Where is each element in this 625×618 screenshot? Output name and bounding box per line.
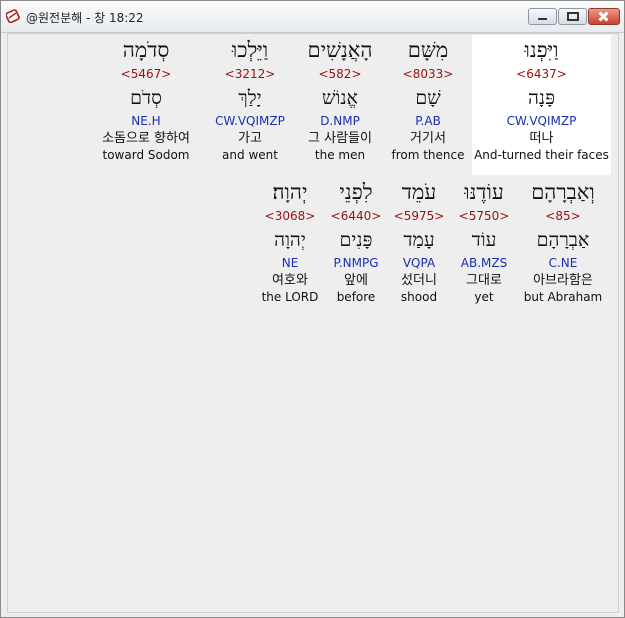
strong-number[interactable]: <5750>: [452, 206, 516, 226]
hebrew-word: וַיִּפְנוּ: [524, 38, 559, 62]
korean-gloss: 가고: [238, 131, 262, 146]
strong-number[interactable]: <3212>: [208, 64, 292, 84]
korean-gloss: 아브라함은: [533, 273, 593, 288]
word-block[interactable]: וַיִּפְנוּ <6437> פָּנָה CW.VQIMZP 떠나 An…: [472, 36, 611, 163]
lemma: סְדֹם: [130, 87, 162, 109]
word-block[interactable]: לִפְנֵי <6440> פָּנִים P.NMPG 앞에 before: [326, 178, 386, 305]
hebrew-word: וְאַבְרָהָם: [531, 180, 595, 204]
strong-number[interactable]: <582>: [296, 64, 384, 84]
korean-gloss: 떠나: [529, 131, 554, 146]
window-title: @원전분해 - 창 18:22: [26, 11, 144, 25]
hebrew-word: מִשָּׁם: [407, 38, 449, 62]
hebrew-word: וַיֵּלְכוּ: [231, 38, 269, 62]
lemma: שָׁם: [415, 87, 441, 109]
english-gloss: and went: [222, 148, 278, 162]
bible-app-icon: [6, 9, 20, 23]
minimize-button[interactable]: [528, 8, 557, 25]
lemma: פָּנִים: [339, 229, 373, 251]
morphology[interactable]: CW.VQIMZP: [472, 112, 611, 130]
english-gloss: shood: [400, 290, 438, 304]
korean-gloss: 그 사람들이: [308, 131, 372, 146]
morphology[interactable]: NE.H: [88, 112, 204, 130]
strong-number[interactable]: <3068>: [258, 206, 322, 226]
hebrew-word: עֹמֵד: [401, 180, 437, 204]
strong-number[interactable]: <85>: [520, 206, 606, 226]
morphology[interactable]: C.NE: [520, 254, 606, 272]
english-gloss: And-turned their faces: [474, 148, 609, 162]
english-gloss: from thence: [391, 148, 465, 162]
korean-gloss: 그대로: [466, 273, 502, 288]
word-block[interactable]: עֹמֵד <5975> עָמַד VQPA 섰더니 shood: [390, 178, 448, 305]
morphology[interactable]: P.AB: [388, 112, 468, 130]
word-block[interactable]: יְהוָה׃ <3068> יְהוָה NE 여호와 the LORD: [258, 178, 322, 305]
english-gloss: yet: [474, 290, 494, 304]
hebrew-word: יְהוָה׃: [272, 180, 308, 204]
english-gloss: toward Sodom: [102, 148, 190, 162]
maximize-button[interactable]: [558, 8, 587, 25]
word-block[interactable]: מִשָּׁם <8033> שָׁם P.AB 거기서 from thence: [388, 36, 468, 163]
english-gloss: before: [336, 290, 376, 304]
lemma: יְהוָה: [274, 229, 306, 251]
strong-number[interactable]: <6437>: [472, 64, 611, 84]
lemma: יָלַךְ: [238, 87, 262, 109]
lemma: עוֹד: [471, 229, 497, 251]
morphology[interactable]: P.NMPG: [326, 254, 386, 272]
morphology[interactable]: AB.MZS: [452, 254, 516, 272]
close-button[interactable]: [588, 8, 620, 25]
korean-gloss: 소돔으로 향하여: [102, 131, 190, 146]
morphology[interactable]: D.NMP: [296, 112, 384, 130]
strong-number[interactable]: <6440>: [326, 206, 386, 226]
korean-gloss: 앞에: [344, 273, 368, 288]
word-block[interactable]: סְדֹמָה <5467> סְדֹם NE.H 소돔으로 향하여 towar…: [88, 36, 204, 163]
word-block[interactable]: עוֹדֶנּוּ <5750> עוֹד AB.MZS 그대로 yet: [452, 178, 516, 305]
lemma: אֱנוֹשׁ: [322, 87, 358, 109]
title-bar[interactable]: @원전분해 - 창 18:22: [1, 1, 624, 33]
morphology[interactable]: CW.VQIMZP: [208, 112, 292, 130]
main-window: @원전분해 - 창 18:22 וַיִּפְנוּ <6437> פָּנָה…: [0, 0, 625, 618]
hebrew-word: סְדֹמָה: [122, 38, 170, 62]
hebrew-word: הָאֲנָשִׁים: [307, 38, 373, 62]
hebrew-word: עוֹדֶנּוּ: [464, 180, 504, 204]
word-block[interactable]: וַיֵּלְכוּ <3212> יָלַךְ CW.VQIMZP 가고 an…: [208, 36, 292, 163]
english-gloss: but Abraham: [523, 290, 603, 304]
word-block[interactable]: וְאַבְרָהָם <85> אַבְרָהָם C.NE 아브라함은 bu…: [520, 178, 606, 305]
morphology[interactable]: NE: [258, 254, 322, 272]
strong-number[interactable]: <8033>: [388, 64, 468, 84]
korean-gloss: 여호와: [272, 273, 308, 288]
strong-number[interactable]: <5467>: [88, 64, 204, 84]
english-gloss: the men: [314, 148, 366, 162]
english-gloss: the LORD: [261, 290, 319, 304]
lemma: עָמַד: [403, 229, 435, 251]
lemma: אַבְרָהָם: [536, 229, 590, 251]
strong-number[interactable]: <5975>: [390, 206, 448, 226]
korean-gloss: 거기서: [410, 131, 446, 146]
lemma: פָּנָה: [527, 87, 556, 109]
morphology[interactable]: VQPA: [390, 254, 448, 272]
korean-gloss: 섰더니: [401, 273, 437, 288]
interlinear-view: וַיִּפְנוּ <6437> פָּנָה CW.VQIMZP 떠나 An…: [7, 33, 619, 613]
hebrew-word: לִפְנֵי: [339, 180, 373, 204]
word-block[interactable]: הָאֲנָשִׁים <582> אֱנוֹשׁ D.NMP 그 사람들이 t…: [296, 36, 384, 163]
